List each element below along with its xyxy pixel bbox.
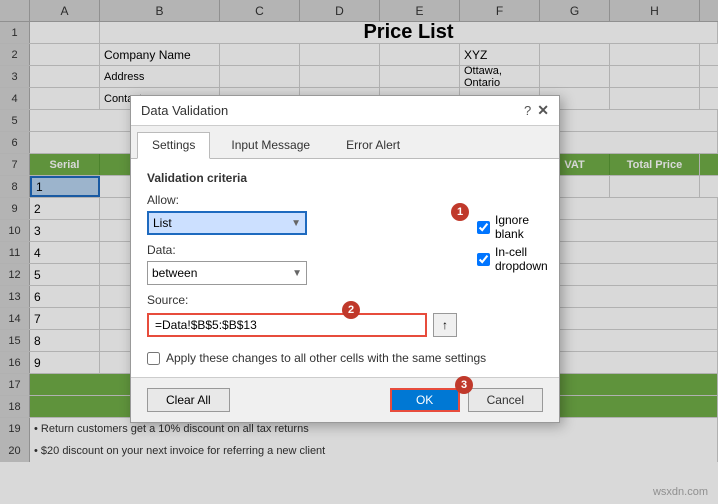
data-select[interactable]: between ▼ [147,261,307,285]
clear-all-button[interactable]: Clear All [147,388,230,412]
incell-dropdown-row: In-cell dropdown [477,245,548,273]
badge-2: 2 [342,301,360,319]
source-collapse-button[interactable]: ↑ [433,313,457,337]
allow-label: Allow: [147,193,457,207]
ignore-blank-label: Ignore blank [495,213,548,241]
data-value: between [152,266,197,280]
allow-select[interactable]: List ▼ [147,211,307,235]
checkbox-group: Ignore blank In-cell dropdown [477,193,548,273]
apply-checkbox[interactable] [147,352,160,365]
dialog-body: Validation criteria Allow: List ▼ 1 Data… [131,159,559,377]
apply-label: Apply these changes to all other cells w… [166,351,486,365]
ok-button[interactable]: OK [390,388,460,412]
ignore-blank-row: Ignore blank [477,213,548,241]
incell-dropdown-checkbox[interactable] [477,253,490,266]
apply-row: Apply these changes to all other cells w… [147,351,543,365]
tab-error-alert[interactable]: Error Alert [331,132,415,158]
dialog-help-button[interactable]: ? [524,103,531,118]
allow-select-arrow: ▼ [291,218,301,229]
badge-3: 3 [455,376,473,394]
ignore-blank-checkbox[interactable] [477,221,490,234]
source-input[interactable] [147,313,427,337]
dialog-title: Data Validation [141,103,228,118]
validation-criteria-label: Validation criteria [147,171,543,185]
dialog-close-button[interactable]: ✕ [537,102,549,119]
incell-dropdown-label: In-cell dropdown [495,245,548,273]
dialog-tabs: Settings Input Message Error Alert [131,126,559,159]
cancel-button[interactable]: Cancel [468,388,543,412]
source-label: Source: [147,293,457,307]
allow-value: List [153,216,172,230]
data-select-arrow: ▼ [292,268,302,279]
dialog-titlebar: Data Validation ? ✕ [131,96,559,126]
data-validation-dialog: Data Validation ? ✕ Settings Input Messa… [130,95,560,423]
data-label: Data: [147,243,457,257]
dialog-title-controls: ? ✕ [524,102,549,119]
tab-settings[interactable]: Settings [137,132,210,159]
dialog-footer: Clear All 3 OK Cancel [131,377,559,422]
badge-1: 1 [451,203,469,221]
tab-input-message[interactable]: Input Message [216,132,325,158]
